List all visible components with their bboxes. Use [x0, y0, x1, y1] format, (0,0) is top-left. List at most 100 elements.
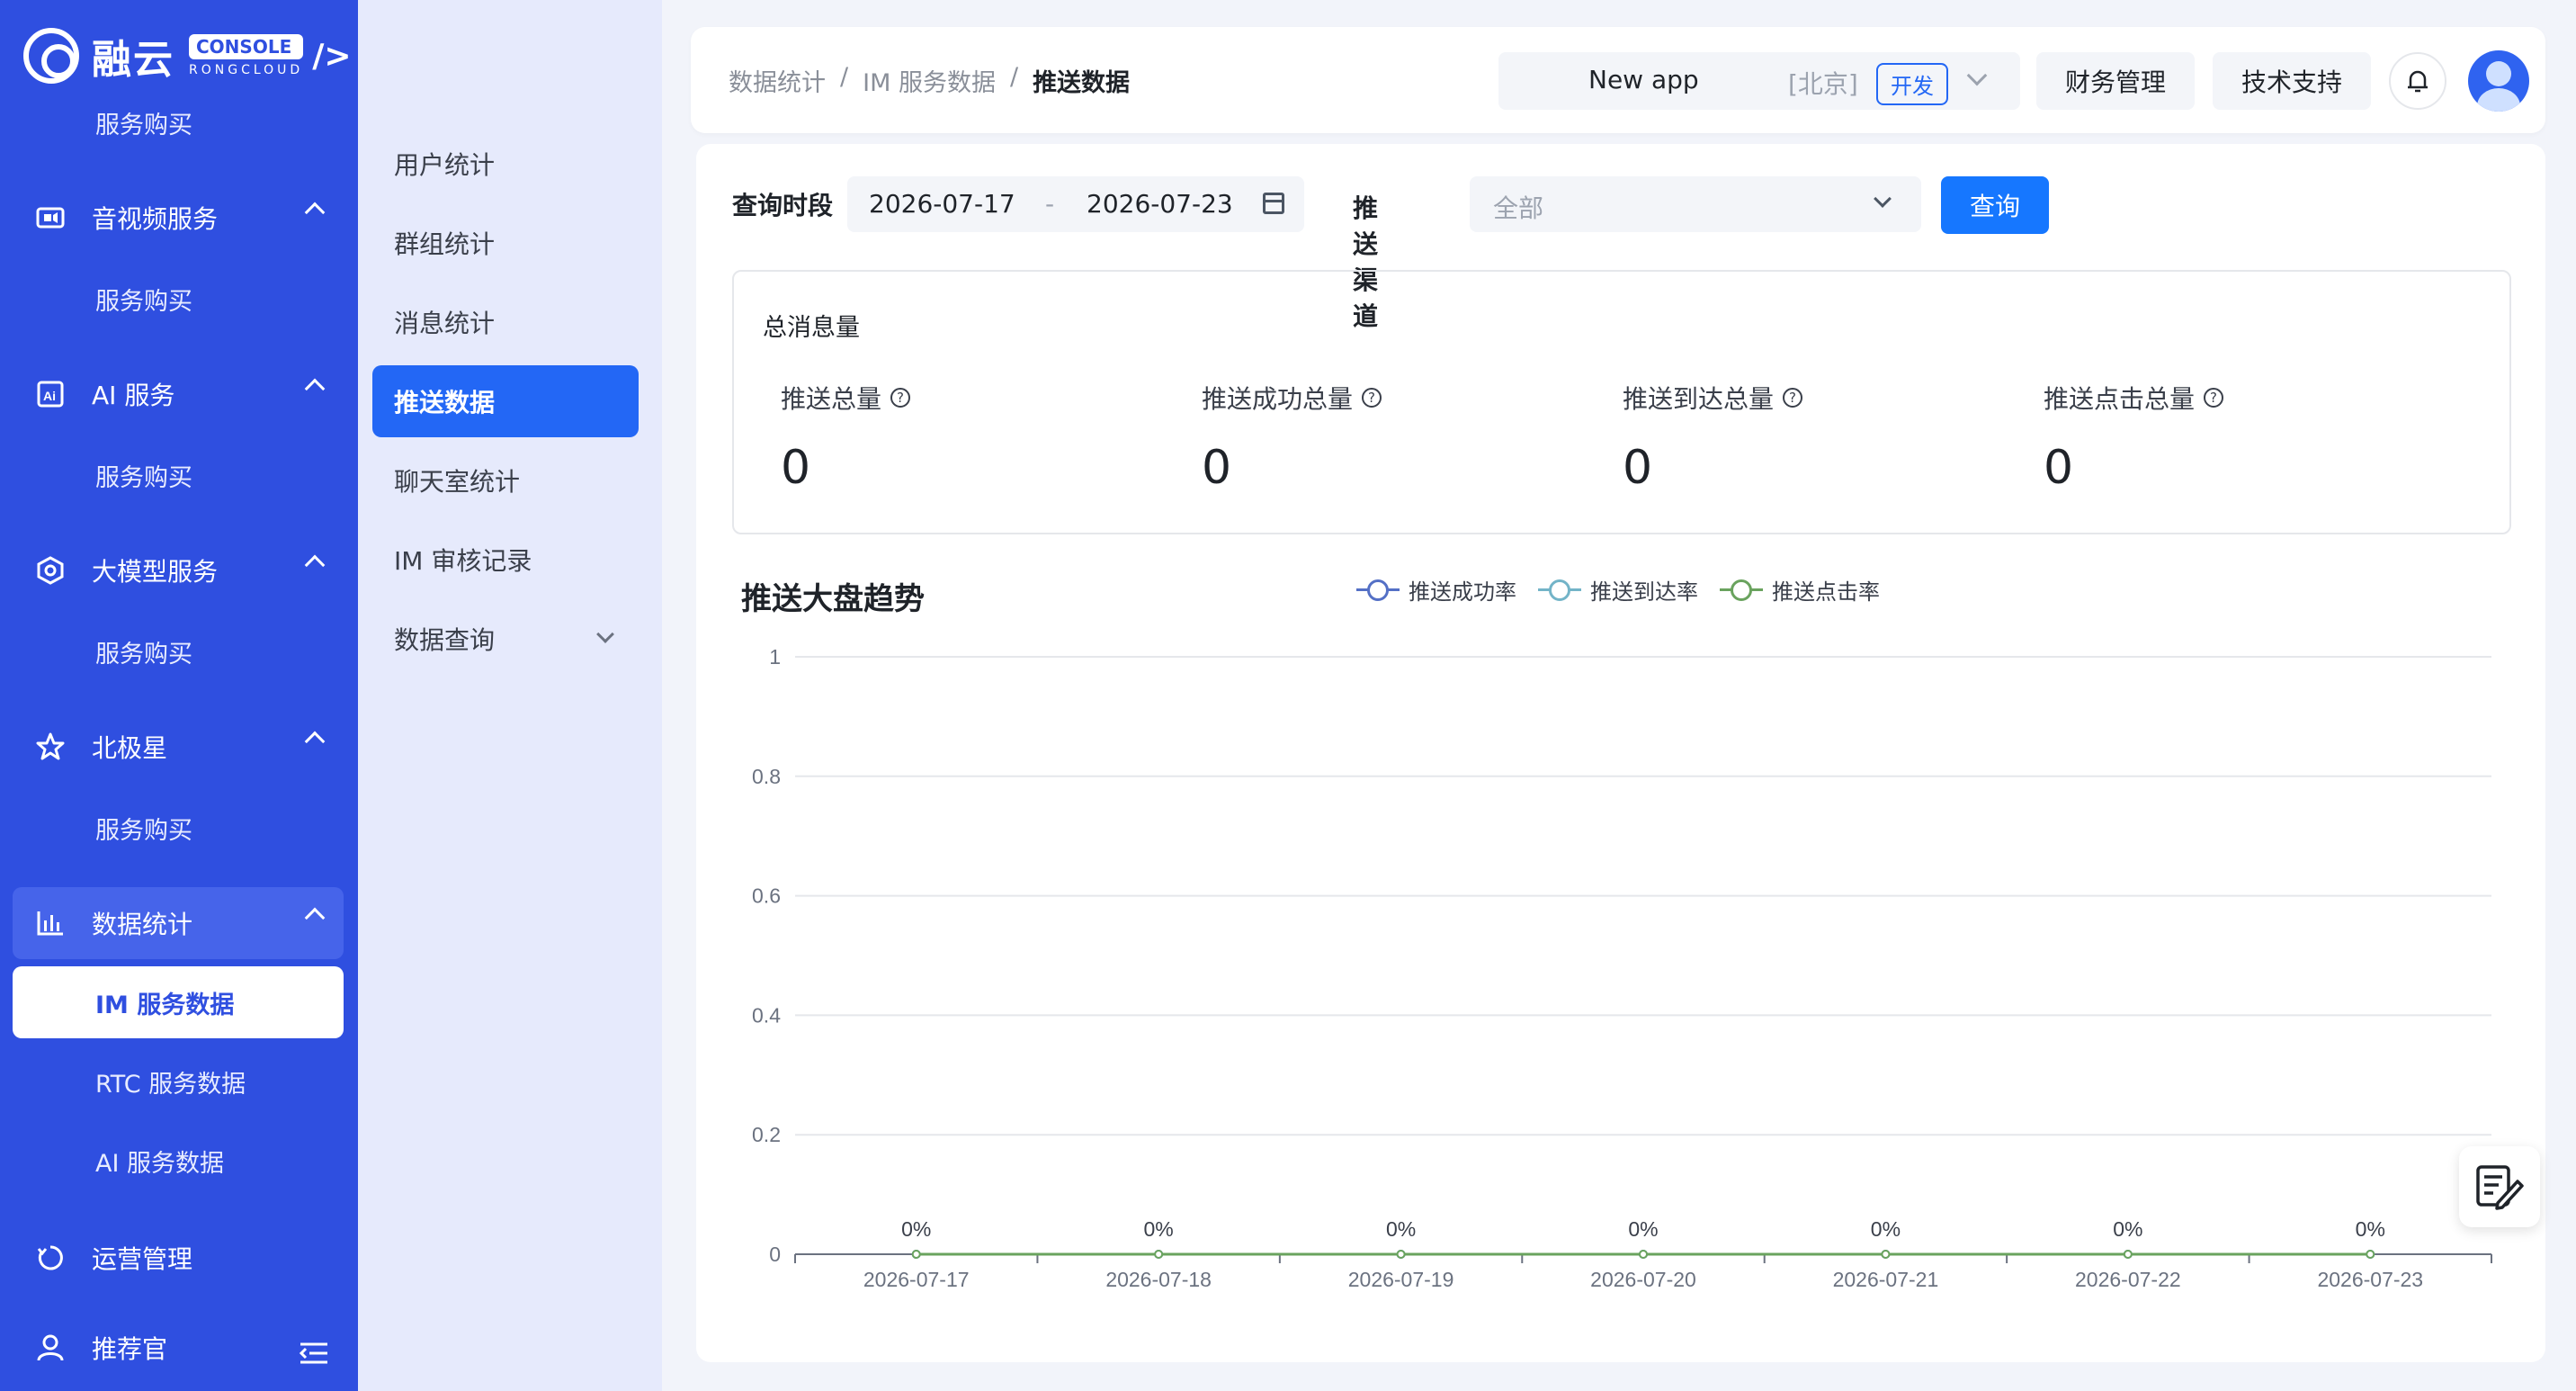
main-content: 查询时段 2026-07-17 - 2026-07-23 推送渠道 全部 查询 … — [696, 144, 2545, 1362]
sidebar-group-ops[interactable]: 运营管理 — [13, 1222, 344, 1294]
data-point — [911, 1250, 921, 1259]
subnav-item-label: 数据查询 — [394, 625, 496, 655]
data-label: 0% — [1144, 1217, 1174, 1241]
chevron-down-icon — [1966, 65, 1988, 86]
data-label: 0% — [1628, 1217, 1658, 1241]
sidebar-subitem-rtc-data[interactable]: RTC 服务数据 — [13, 1045, 344, 1117]
sidebar-subitem-purchase-ai[interactable]: 服务购买 — [13, 439, 344, 511]
sidebar-subitem-label: RTC 服务数据 — [95, 1070, 246, 1099]
y-tick-label: 0 — [769, 1243, 781, 1266]
feedback-button[interactable] — [2459, 1146, 2540, 1227]
sidebar-group-label: 运营管理 — [92, 1244, 193, 1274]
sidebar-group-label: 音视频服务 — [92, 204, 219, 234]
sidebar-subitem-label: AI 服务数据 — [95, 1149, 225, 1178]
model-icon — [34, 554, 67, 587]
chevron-up-icon — [304, 907, 326, 929]
top-header: 数据统计 / IM 服务数据 / 推送数据 New app [北京] 开发 财务… — [691, 27, 2545, 133]
console-badge-label: CONSOLE — [189, 34, 304, 59]
subnav-item-push-data[interactable]: 推送数据 — [372, 365, 639, 437]
sidebar-subitem-label: 服务购买 — [95, 111, 192, 139]
sidebar-subitem-ai-data[interactable]: AI 服务数据 — [13, 1125, 344, 1197]
trend-line-chart: 0 0.2 0.4 0.6 0.8 1 2026-07-17 2026-07-18 2026-0… — [752, 645, 2492, 1291]
chevron-up-icon — [304, 554, 326, 576]
x-tick-label: 2026-07-18 — [1105, 1268, 1212, 1291]
subnav-item-data-query[interactable]: 数据查询 — [372, 603, 639, 675]
sidebar-group-ai[interactable]: Ai AI 服务 — [13, 358, 344, 430]
subnav-item-group-stats[interactable]: 群组统计 — [372, 207, 639, 279]
secondary-sidebar: 用户统计 群组统计 消息统计 推送数据 聊天室统计 IM 审核记录 数据查询 — [358, 0, 662, 1391]
avatar[interactable] — [2468, 50, 2529, 112]
data-point — [2123, 1250, 2133, 1259]
breadcrumb-separator: / — [1009, 63, 1019, 91]
data-label: 0% — [1386, 1217, 1416, 1241]
x-tick-label: 2026-07-20 — [1590, 1268, 1696, 1291]
subnav-item-label: 消息统计 — [394, 309, 496, 338]
chevron-up-icon — [304, 378, 326, 399]
y-tick-label: 0.2 — [752, 1123, 781, 1146]
subnav-item-label: 聊天室统计 — [394, 467, 521, 497]
sidebar-subitem-purchase-model[interactable]: 服务购买 — [13, 615, 344, 687]
sidebar-subitem-purchase-top[interactable]: 服务购买 — [13, 86, 344, 158]
brand-logo[interactable]: 融云 CONSOLE RONGCLOUD /> — [23, 27, 352, 85]
svg-text:Ai: Ai — [43, 389, 56, 403]
sidebar-group-model[interactable]: 大模型服务 — [13, 534, 344, 606]
y-tick-label: 1 — [769, 645, 781, 669]
sidebar-group-polaris[interactable]: 北极星 — [13, 711, 344, 783]
app-name: New app — [1588, 65, 1699, 94]
y-tick-label: 0.6 — [752, 884, 781, 908]
breadcrumb-item[interactable]: IM 服务数据 — [863, 63, 996, 98]
x-tick-label: 2026-07-22 — [2075, 1268, 2181, 1291]
data-point — [1639, 1250, 1648, 1259]
subnav-item-label: 推送数据 — [394, 388, 496, 417]
collapse-menu-icon[interactable] — [299, 1341, 329, 1366]
bell-icon[interactable] — [2389, 52, 2446, 110]
breadcrumb-item[interactable]: 数据统计 — [729, 63, 826, 98]
x-tick-label: 2026-07-17 — [863, 1268, 970, 1291]
console-badge: CONSOLE RONGCLOUD — [189, 34, 304, 77]
sidebar-group-label: 推荐官 — [92, 1334, 168, 1364]
data-point — [1396, 1250, 1406, 1259]
support-button[interactable]: 技术支持 — [2213, 52, 2371, 110]
breadcrumb: 数据统计 / IM 服务数据 / 推送数据 — [729, 63, 1130, 98]
data-label: 0% — [2113, 1217, 2142, 1241]
data-point — [1154, 1250, 1164, 1259]
chevron-up-icon — [304, 731, 326, 752]
subnav-item-label: IM 审核记录 — [394, 546, 532, 576]
app-selector[interactable]: New app [北京] 开发 — [1498, 52, 2020, 110]
chevron-up-icon — [304, 202, 326, 223]
subnav-item-label: 用户统计 — [394, 150, 496, 180]
finance-button[interactable]: 财务管理 — [2036, 52, 2195, 110]
sidebar-subitem-purchase-av[interactable]: 服务购买 — [13, 263, 344, 335]
star-icon — [34, 731, 67, 763]
sidebar-group-referrer[interactable]: 推荐官 — [13, 1312, 344, 1384]
code-slash-icon: /> — [312, 37, 352, 75]
sidebar-subitem-purchase-polaris[interactable]: 服务购买 — [13, 792, 344, 864]
subnav-item-im-audit[interactable]: IM 审核记录 — [372, 524, 639, 596]
bar-chart-icon — [34, 907, 67, 939]
sidebar-subitem-label: IM 服务数据 — [95, 991, 235, 1019]
sidebar-subitem-label: 服务购买 — [95, 463, 192, 492]
subnav-item-chatroom-stats[interactable]: 聊天室统计 — [372, 444, 639, 516]
sidebar-subitem-im-data[interactable]: IM 服务数据 — [13, 966, 344, 1038]
data-point — [1881, 1250, 1891, 1259]
breadcrumb-separator: / — [840, 63, 849, 91]
y-tick-label: 0.8 — [752, 765, 781, 788]
subnav-item-user-stats[interactable]: 用户统计 — [372, 128, 639, 200]
sidebar-group-label: 北极星 — [92, 733, 168, 763]
data-label: 0% — [2356, 1217, 2385, 1241]
sidebar-group-label: 数据统计 — [92, 910, 193, 939]
data-point — [2366, 1250, 2375, 1259]
user-icon — [34, 1332, 67, 1364]
subnav-item-message-stats[interactable]: 消息统计 — [372, 286, 639, 358]
data-label: 0% — [1871, 1217, 1901, 1241]
edit-note-icon — [2476, 1165, 2524, 1210]
video-icon — [34, 202, 67, 234]
sidebar-group-stats[interactable]: 数据统计 — [13, 887, 344, 959]
sidebar-group-label: 大模型服务 — [92, 557, 219, 587]
x-tick-label: 2026-07-23 — [2317, 1268, 2423, 1291]
y-tick-label: 0.4 — [752, 1003, 781, 1027]
sidebar-subitem-label: 服务购买 — [95, 640, 192, 669]
sidebar-group-av[interactable]: 音视频服务 — [13, 182, 344, 254]
rongcloud-logo-icon — [23, 28, 79, 84]
console-badge-sub: RONGCLOUD — [189, 63, 304, 77]
